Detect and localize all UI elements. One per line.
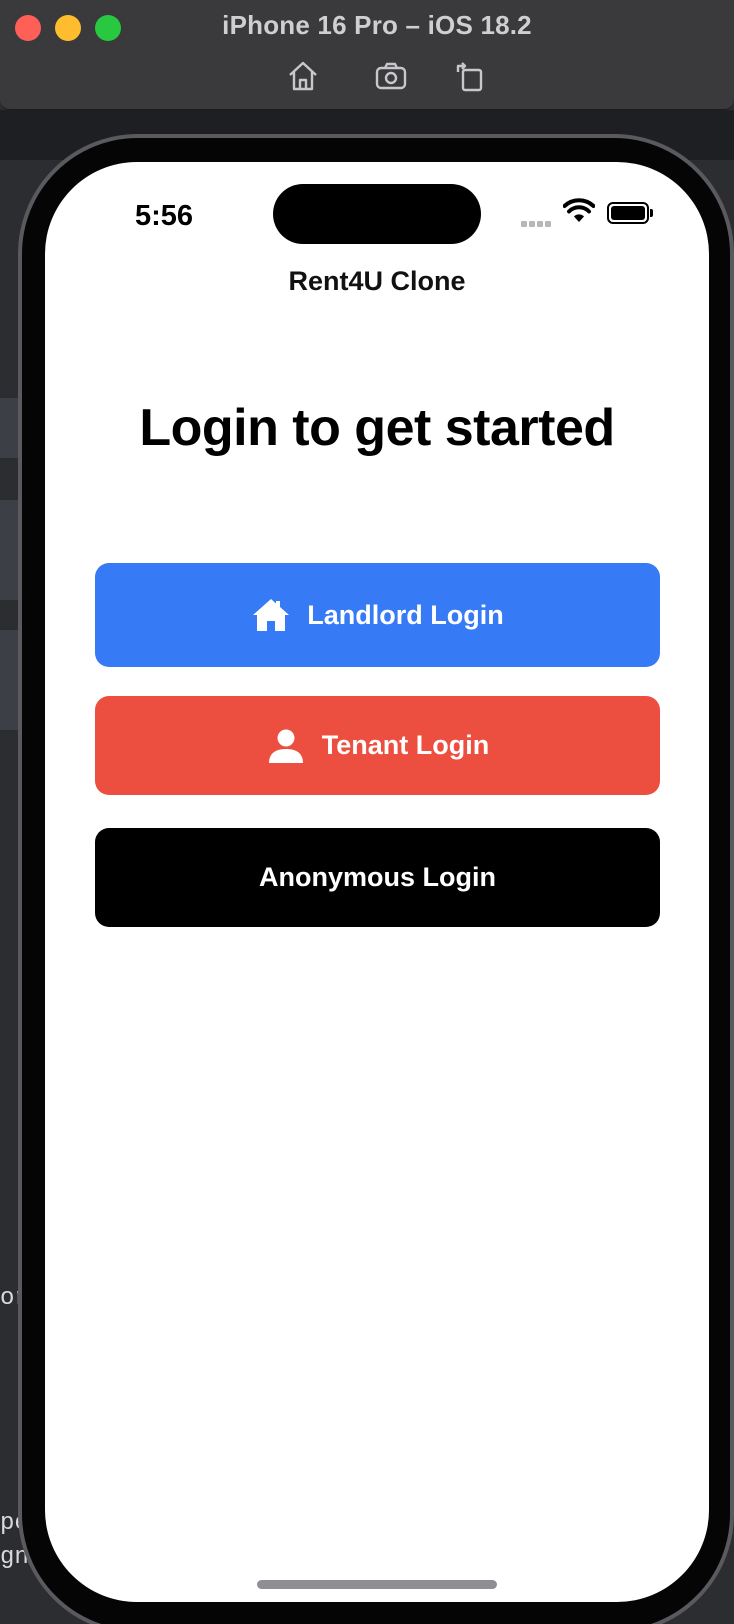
dynamic-island: [273, 184, 481, 244]
landlord-login-button[interactable]: Landlord Login: [95, 563, 660, 667]
wifi-icon: [562, 198, 596, 224]
landlord-login-label: Landlord Login: [307, 599, 504, 630]
rotate-icon[interactable]: [453, 58, 489, 94]
background-panel: [0, 398, 20, 458]
home-icon[interactable]: [285, 58, 321, 94]
background-panel: [0, 500, 20, 600]
status-time: 5:56: [135, 200, 194, 232]
home-indicator[interactable]: [257, 1580, 497, 1589]
nav-title: Rent4U Clone: [288, 266, 466, 296]
anonymous-login-label: Anonymous Login: [259, 862, 496, 892]
phone-screen: 5:56 Rent4U Clone Login to get started L…: [45, 162, 709, 1602]
screenshot-icon[interactable]: [373, 58, 409, 94]
house-icon: [251, 595, 291, 635]
background-panel: [0, 630, 20, 730]
tenant-login-label: Tenant Login: [321, 730, 490, 760]
person-icon: [266, 726, 306, 766]
battery-icon: [607, 202, 653, 224]
tenant-login-button[interactable]: Tenant Login: [95, 696, 660, 795]
simulator-titlebar: iPhone 16 Pro – iOS 18.2: [0, 0, 734, 110]
cellular-signal-icon: [521, 214, 553, 232]
window-title: iPhone 16 Pro – iOS 18.2: [222, 10, 532, 40]
anonymous-login-button[interactable]: Anonymous Login: [95, 828, 660, 927]
page-heading: Login to get started: [139, 399, 615, 457]
